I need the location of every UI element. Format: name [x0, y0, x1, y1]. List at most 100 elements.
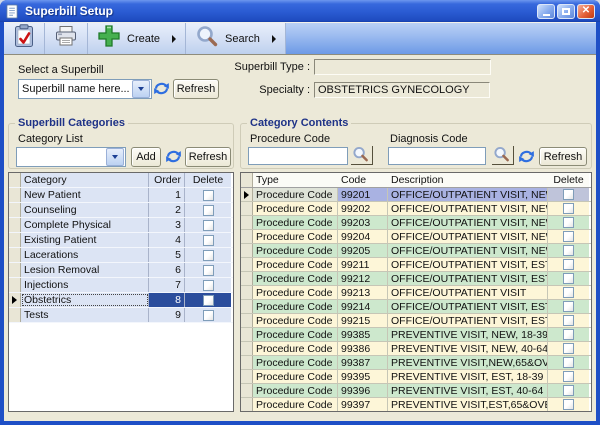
- delete-column-header[interactable]: Delete: [548, 173, 589, 187]
- delete-checkbox[interactable]: [203, 220, 214, 231]
- type-cell[interactable]: Procedure Code: [253, 258, 338, 271]
- row-selector-cell[interactable]: [241, 342, 253, 355]
- delete-checkbox[interactable]: [203, 190, 214, 201]
- titlebar[interactable]: Superbill Setup ✕: [0, 0, 600, 22]
- row-selector-cell[interactable]: [9, 233, 21, 247]
- code-cell[interactable]: 99397: [338, 398, 388, 411]
- order-column-header[interactable]: Order: [149, 173, 185, 187]
- row-selector-cell[interactable]: [241, 258, 253, 271]
- category-cell[interactable]: Lacerations: [21, 248, 149, 262]
- table-row[interactable]: Procedure Code99205OFFICE/OUTPATIENT VIS…: [241, 244, 591, 258]
- row-selector-cell[interactable]: [241, 300, 253, 313]
- table-row[interactable]: Procedure Code99396PREVENTIVE VISIT, EST…: [241, 384, 591, 398]
- maximize-button[interactable]: [557, 4, 575, 19]
- code-cell[interactable]: 99212: [338, 272, 388, 285]
- search-menu-arrow-icon[interactable]: [272, 35, 276, 43]
- row-selector-cell[interactable]: [241, 384, 253, 397]
- superbill-combo[interactable]: Superbill name here...: [18, 79, 152, 99]
- row-selector-cell[interactable]: [241, 272, 253, 285]
- order-cell[interactable]: 4: [149, 233, 185, 247]
- table-row[interactable]: Procedure Code99202OFFICE/OUTPATIENT VIS…: [241, 202, 591, 216]
- delete-checkbox[interactable]: [563, 385, 574, 396]
- delete-checkbox[interactable]: [563, 287, 574, 298]
- description-cell[interactable]: OFFICE/OUTPATIENT VISIT, NEW: [388, 202, 548, 215]
- code-cell[interactable]: 99213: [338, 286, 388, 299]
- type-column-header[interactable]: Type: [253, 173, 338, 187]
- type-cell[interactable]: Procedure Code: [253, 356, 338, 369]
- refresh-categories-button[interactable]: Refresh: [185, 147, 231, 167]
- table-row[interactable]: Lacerations5: [9, 248, 233, 263]
- row-selector-cell[interactable]: [241, 216, 253, 229]
- type-cell[interactable]: Procedure Code: [253, 216, 338, 229]
- delete-checkbox[interactable]: [563, 315, 574, 326]
- table-row[interactable]: Procedure Code99211OFFICE/OUTPATIENT VIS…: [241, 258, 591, 272]
- table-row[interactable]: Procedure Code99204OFFICE/OUTPATIENT VIS…: [241, 230, 591, 244]
- category-cell[interactable]: Existing Patient: [21, 233, 149, 247]
- delete-checkbox[interactable]: [563, 245, 574, 256]
- type-cell[interactable]: Procedure Code: [253, 300, 338, 313]
- code-cell[interactable]: 99386: [338, 342, 388, 355]
- delete-checkbox[interactable]: [203, 265, 214, 276]
- print-button[interactable]: [45, 23, 88, 54]
- order-cell[interactable]: 3: [149, 218, 185, 232]
- table-row[interactable]: Complete Physical3: [9, 218, 233, 233]
- code-cell[interactable]: 99204: [338, 230, 388, 243]
- search-button[interactable]: Search: [186, 23, 286, 54]
- code-cell[interactable]: 99205: [338, 244, 388, 257]
- refresh-contents-button[interactable]: Refresh: [539, 147, 587, 166]
- delete-checkbox[interactable]: [203, 205, 214, 216]
- delete-checkbox[interactable]: [203, 310, 214, 321]
- description-cell[interactable]: OFFICE/OUTPATIENT VISIT, NEW: [388, 216, 548, 229]
- order-cell[interactable]: 7: [149, 278, 185, 292]
- table-row[interactable]: Procedure Code99386PREVENTIVE VISIT, NEW…: [241, 342, 591, 356]
- delete-checkbox[interactable]: [203, 235, 214, 246]
- row-selector-cell[interactable]: [241, 370, 253, 383]
- row-selector-cell[interactable]: [9, 203, 21, 217]
- row-selector-cell[interactable]: [241, 286, 253, 299]
- table-row[interactable]: Procedure Code99212OFFICE/OUTPATIENT VIS…: [241, 272, 591, 286]
- description-cell[interactable]: OFFICE/OUTPATIENT VISIT, NEW: [388, 230, 548, 243]
- row-selector-cell[interactable]: [241, 188, 253, 201]
- category-cell[interactable]: Obstetrics: [21, 293, 149, 307]
- code-cell[interactable]: 99215: [338, 314, 388, 327]
- table-row[interactable]: Procedure Code99214OFFICE/OUTPATIENT VIS…: [241, 300, 591, 314]
- chevron-down-icon[interactable]: [106, 148, 124, 166]
- type-cell[interactable]: Procedure Code: [253, 272, 338, 285]
- close-button[interactable]: ✕: [577, 4, 595, 19]
- code-cell[interactable]: 99396: [338, 384, 388, 397]
- delete-checkbox[interactable]: [203, 280, 214, 291]
- delete-checkbox[interactable]: [203, 295, 214, 306]
- row-selector-cell[interactable]: [241, 356, 253, 369]
- description-cell[interactable]: OFFICE/OUTPATIENT VISIT, EST: [388, 314, 548, 327]
- refresh-superbill-button[interactable]: Refresh: [173, 79, 219, 99]
- row-selector-cell[interactable]: [9, 293, 21, 307]
- type-cell[interactable]: Procedure Code: [253, 398, 338, 411]
- table-row[interactable]: Procedure Code99397PREVENTIVE VISIT,EST,…: [241, 398, 591, 412]
- row-selector-cell[interactable]: [9, 188, 21, 202]
- code-cell[interactable]: 99211: [338, 258, 388, 271]
- table-row[interactable]: Existing Patient4: [9, 233, 233, 248]
- row-selector-cell[interactable]: [241, 314, 253, 327]
- type-cell[interactable]: Procedure Code: [253, 202, 338, 215]
- delete-checkbox[interactable]: [563, 357, 574, 368]
- code-cell[interactable]: 99385: [338, 328, 388, 341]
- refresh-contents-icon[interactable]: [518, 149, 538, 166]
- chevron-down-icon[interactable]: [132, 80, 150, 98]
- delete-checkbox[interactable]: [563, 231, 574, 242]
- delete-column-header[interactable]: Delete: [185, 173, 231, 187]
- order-cell[interactable]: 8: [149, 293, 185, 307]
- code-cell[interactable]: 99202: [338, 202, 388, 215]
- row-selector-cell[interactable]: [9, 308, 21, 322]
- description-column-header[interactable]: Description: [388, 173, 548, 187]
- category-cell[interactable]: Counseling: [21, 203, 149, 217]
- table-row[interactable]: Procedure Code99201OFFICE/OUTPATIENT VIS…: [241, 188, 591, 202]
- table-row[interactable]: Obstetrics8: [9, 293, 233, 308]
- row-selector-cell[interactable]: [9, 278, 21, 292]
- type-cell[interactable]: Procedure Code: [253, 244, 338, 257]
- table-row[interactable]: Lesion Removal6: [9, 263, 233, 278]
- description-cell[interactable]: PREVENTIVE VISIT, EST, 18-39: [388, 370, 548, 383]
- type-cell[interactable]: Procedure Code: [253, 188, 338, 201]
- description-cell[interactable]: OFFICE/OUTPATIENT VISIT, EST: [388, 258, 548, 271]
- type-cell[interactable]: Procedure Code: [253, 384, 338, 397]
- type-cell[interactable]: Procedure Code: [253, 328, 338, 341]
